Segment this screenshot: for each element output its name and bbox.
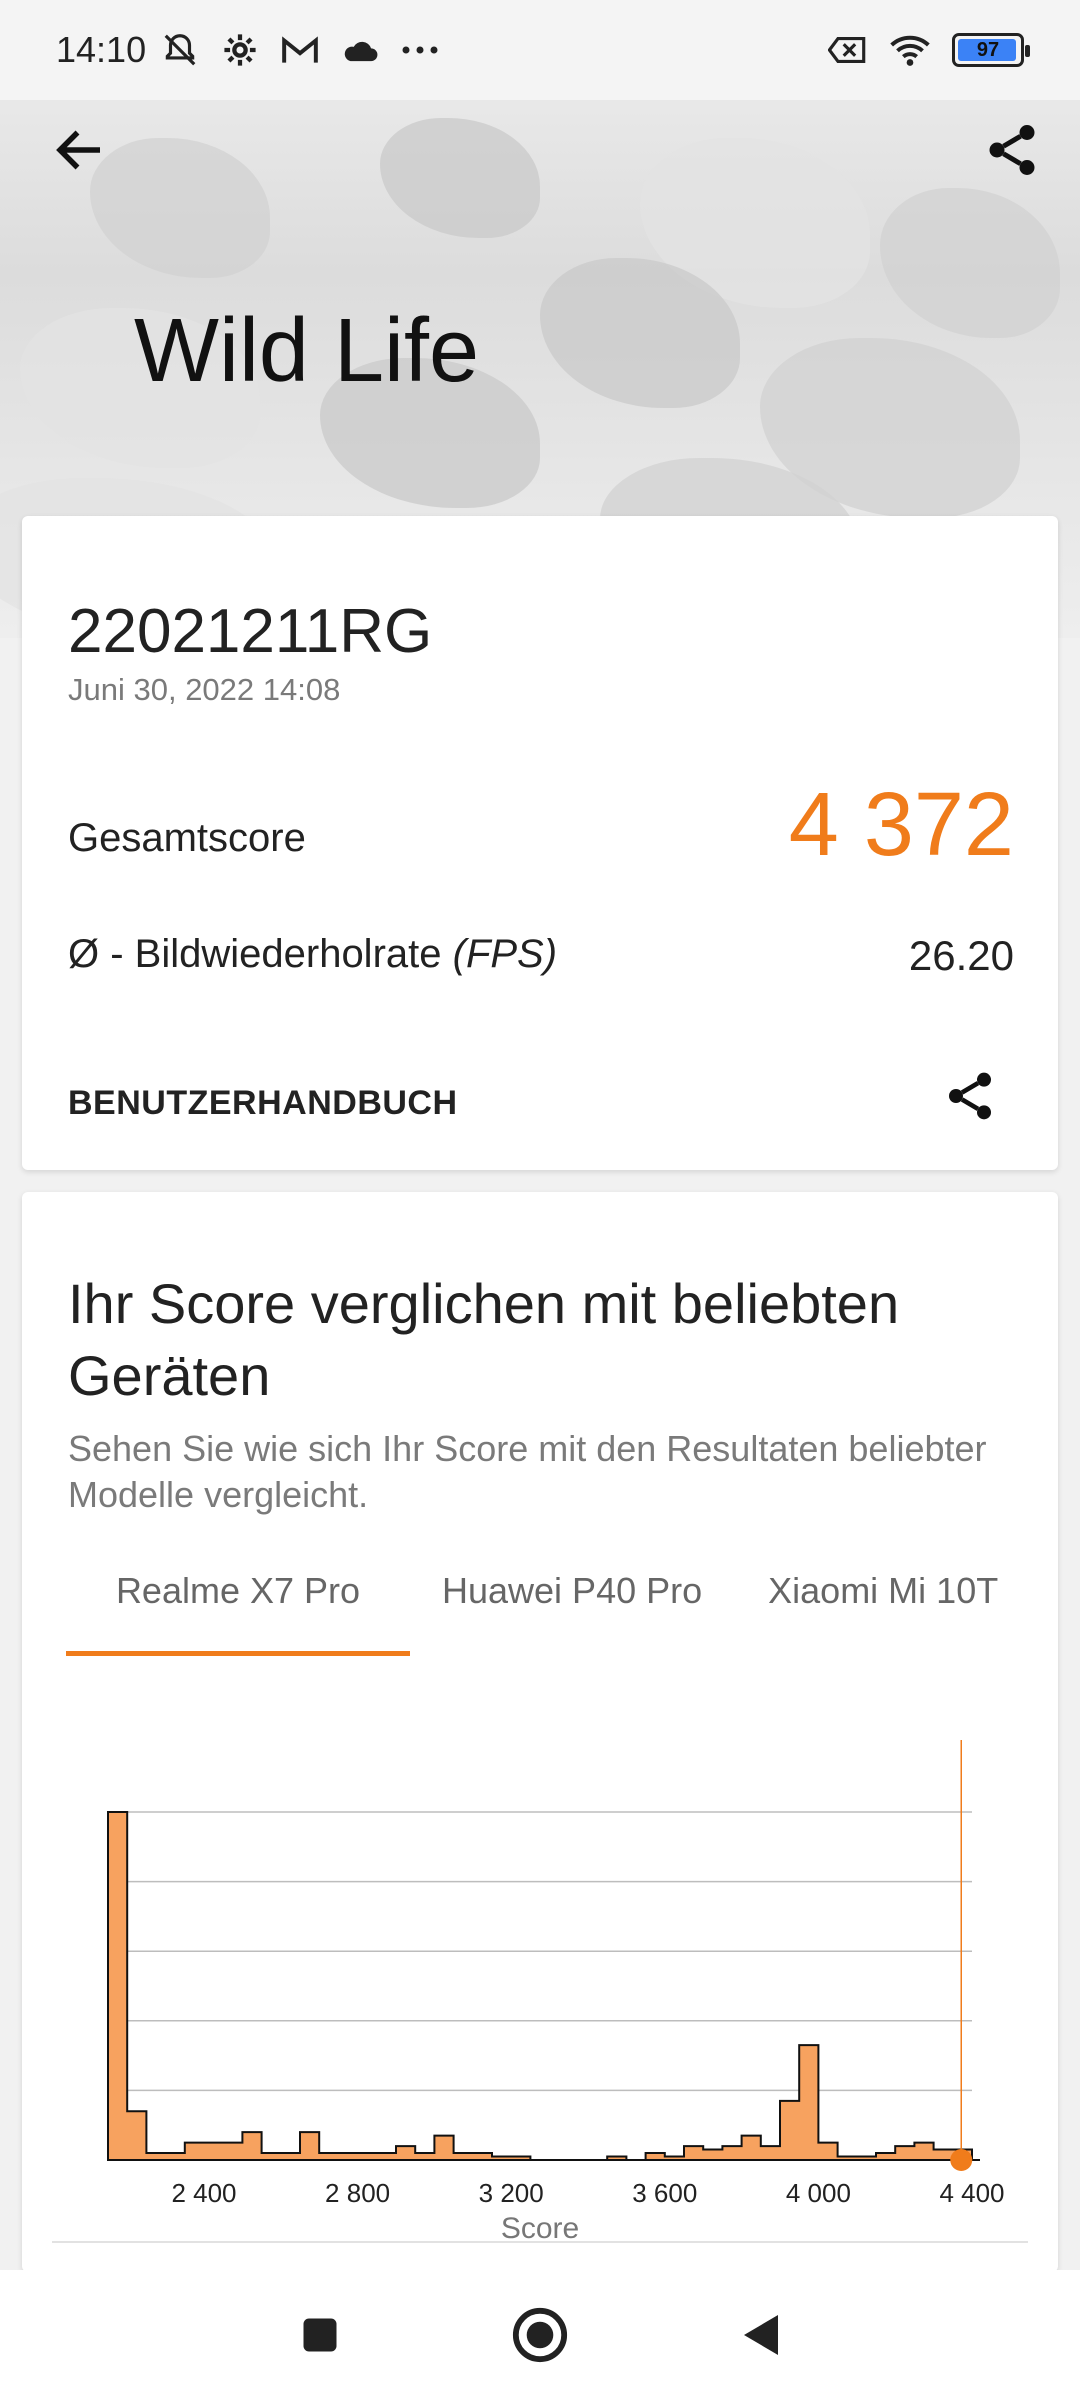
- x-axis-label: Score: [501, 2212, 579, 2245]
- histogram-bin: [223, 2143, 242, 2160]
- overall-score-value: 4 372: [788, 775, 1014, 875]
- histogram-bin: [300, 2132, 319, 2160]
- histogram-bin: [338, 2153, 357, 2160]
- status-time: 14:10: [56, 29, 147, 70]
- histogram-bin: [703, 2150, 722, 2160]
- overall-score-label: Gesamtscore: [68, 816, 306, 860]
- status-bar: 14:10 97: [0, 0, 1080, 100]
- fps-value: 26.20: [908, 932, 1014, 979]
- histogram-bin: [665, 2157, 684, 2160]
- histogram-bin: [838, 2157, 857, 2160]
- comparison-card: Ihr Score verglichen mit beliebten Gerät…: [22, 1192, 1058, 2272]
- histogram-bin: [434, 2136, 453, 2160]
- share-icon: [989, 125, 1035, 175]
- histogram-bin: [857, 2157, 876, 2160]
- histogram-bin: [492, 2157, 511, 2160]
- histogram-bin: [108, 1812, 127, 2160]
- histogram-bin: [914, 2143, 933, 2160]
- share-result-button[interactable]: [942, 1068, 1002, 1128]
- fps-label: Ø - Bildwiederholrate (FPS): [68, 932, 557, 977]
- share-button[interactable]: [982, 120, 1042, 180]
- fps-label-text: Ø - Bildwiederholrate: [68, 932, 442, 976]
- back-nav-button[interactable]: [730, 2305, 790, 2365]
- histogram-bin: [818, 2143, 837, 2160]
- histogram-bin: [281, 2153, 300, 2160]
- page-title: Wild Life: [134, 301, 480, 401]
- tab-xiaomi-mi-10t[interactable]: Xiaomi Mi 10T: [746, 1560, 1020, 1656]
- battery-icon: 97: [952, 33, 1030, 67]
- histogram-bin: [722, 2146, 741, 2160]
- circle-icon: [512, 2307, 568, 2363]
- recents-button[interactable]: [290, 2305, 350, 2365]
- arrow-left-icon: [56, 130, 100, 170]
- histogram-bin: [358, 2153, 377, 2160]
- histogram-bin: [511, 2157, 530, 2160]
- tab-realme-x7-pro[interactable]: Realme X7 Pro: [66, 1560, 410, 1656]
- triangle-back-icon: [744, 2315, 778, 2355]
- notifications-muted-icon: [160, 30, 200, 70]
- comparison-subtitle: Sehen Sie wie sich Ihr Score mit den Res…: [68, 1428, 987, 1515]
- sim-off-icon: [828, 30, 868, 70]
- square-icon: [303, 2318, 337, 2352]
- histogram-bin: [934, 2150, 953, 2160]
- home-button[interactable]: [510, 2305, 570, 2365]
- histogram-bin: [415, 2153, 434, 2160]
- x-tick-label: 3 200: [479, 2178, 544, 2208]
- histogram-bin: [761, 2146, 780, 2160]
- tab-huawei-p40-pro[interactable]: Huawei P40 Pro: [420, 1560, 724, 1656]
- histogram-area: [107, 1811, 973, 2161]
- histogram-bin: [684, 2146, 703, 2160]
- x-tick-label: 3 600: [632, 2178, 697, 2208]
- histogram-bin: [876, 2153, 895, 2160]
- device-name: 22021211RG: [68, 597, 433, 666]
- gmail-icon: [280, 30, 320, 70]
- back-button[interactable]: [50, 120, 110, 180]
- histogram-svg: 2 400 2 800 3 200 3 600 4 000 4 400 Score: [52, 1740, 1028, 2245]
- more-icon: [400, 30, 440, 70]
- wifi-icon: [890, 30, 930, 70]
- x-tick-label: 4 400: [939, 2178, 1004, 2208]
- histogram-bin: [742, 2136, 761, 2160]
- gear-icon: [220, 30, 260, 70]
- x-tick-label: 2 800: [325, 2178, 390, 2208]
- comparison-title: Ihr Score verglichen mit beliebten Gerät…: [68, 1272, 900, 1407]
- battery-level: 97: [976, 38, 1000, 61]
- histogram-bin: [127, 2111, 146, 2160]
- x-tick-label: 4 000: [786, 2178, 851, 2208]
- histogram-bin: [607, 2157, 626, 2160]
- share-icon: [949, 1072, 991, 1120]
- histogram-bin: [454, 2153, 473, 2160]
- cloud-icon: [340, 30, 380, 70]
- histogram-bin: [473, 2153, 492, 2160]
- histogram-bin: [799, 2045, 818, 2160]
- histogram-bin: [146, 2153, 165, 2160]
- histogram-bin: [204, 2143, 223, 2160]
- histogram-bin: [646, 2153, 665, 2160]
- histogram-bin: [262, 2153, 281, 2160]
- result-card: 22021211RG Juni 30, 2022 14:08 Gesamtsco…: [22, 516, 1058, 1170]
- histogram-bin: [895, 2146, 914, 2160]
- fps-unit: (FPS): [452, 932, 558, 976]
- score-marker-dot: [950, 2149, 973, 2171]
- histogram-bin: [185, 2143, 204, 2160]
- histogram-bin: [396, 2146, 415, 2160]
- run-date: Juni 30, 2022 14:08: [68, 672, 341, 707]
- score-histogram: 2 400 2 800 3 200 3 600 4 000 4 400 Score: [22, 1732, 1058, 2252]
- histogram-bin: [166, 2153, 185, 2160]
- system-nav-bar: [0, 2270, 1080, 2400]
- histogram-bin: [377, 2153, 396, 2160]
- histogram-bin: [780, 2101, 799, 2160]
- histogram-bin: [319, 2153, 338, 2160]
- user-manual-button[interactable]: BENUTZERHANDBUCH: [68, 1084, 458, 1123]
- x-tick-label: 2 400: [171, 2178, 236, 2208]
- histogram-bin: [242, 2132, 261, 2160]
- device-tabs: Realme X7 Pro Huawei P40 Pro Xiaomi Mi 1…: [66, 1560, 1036, 1656]
